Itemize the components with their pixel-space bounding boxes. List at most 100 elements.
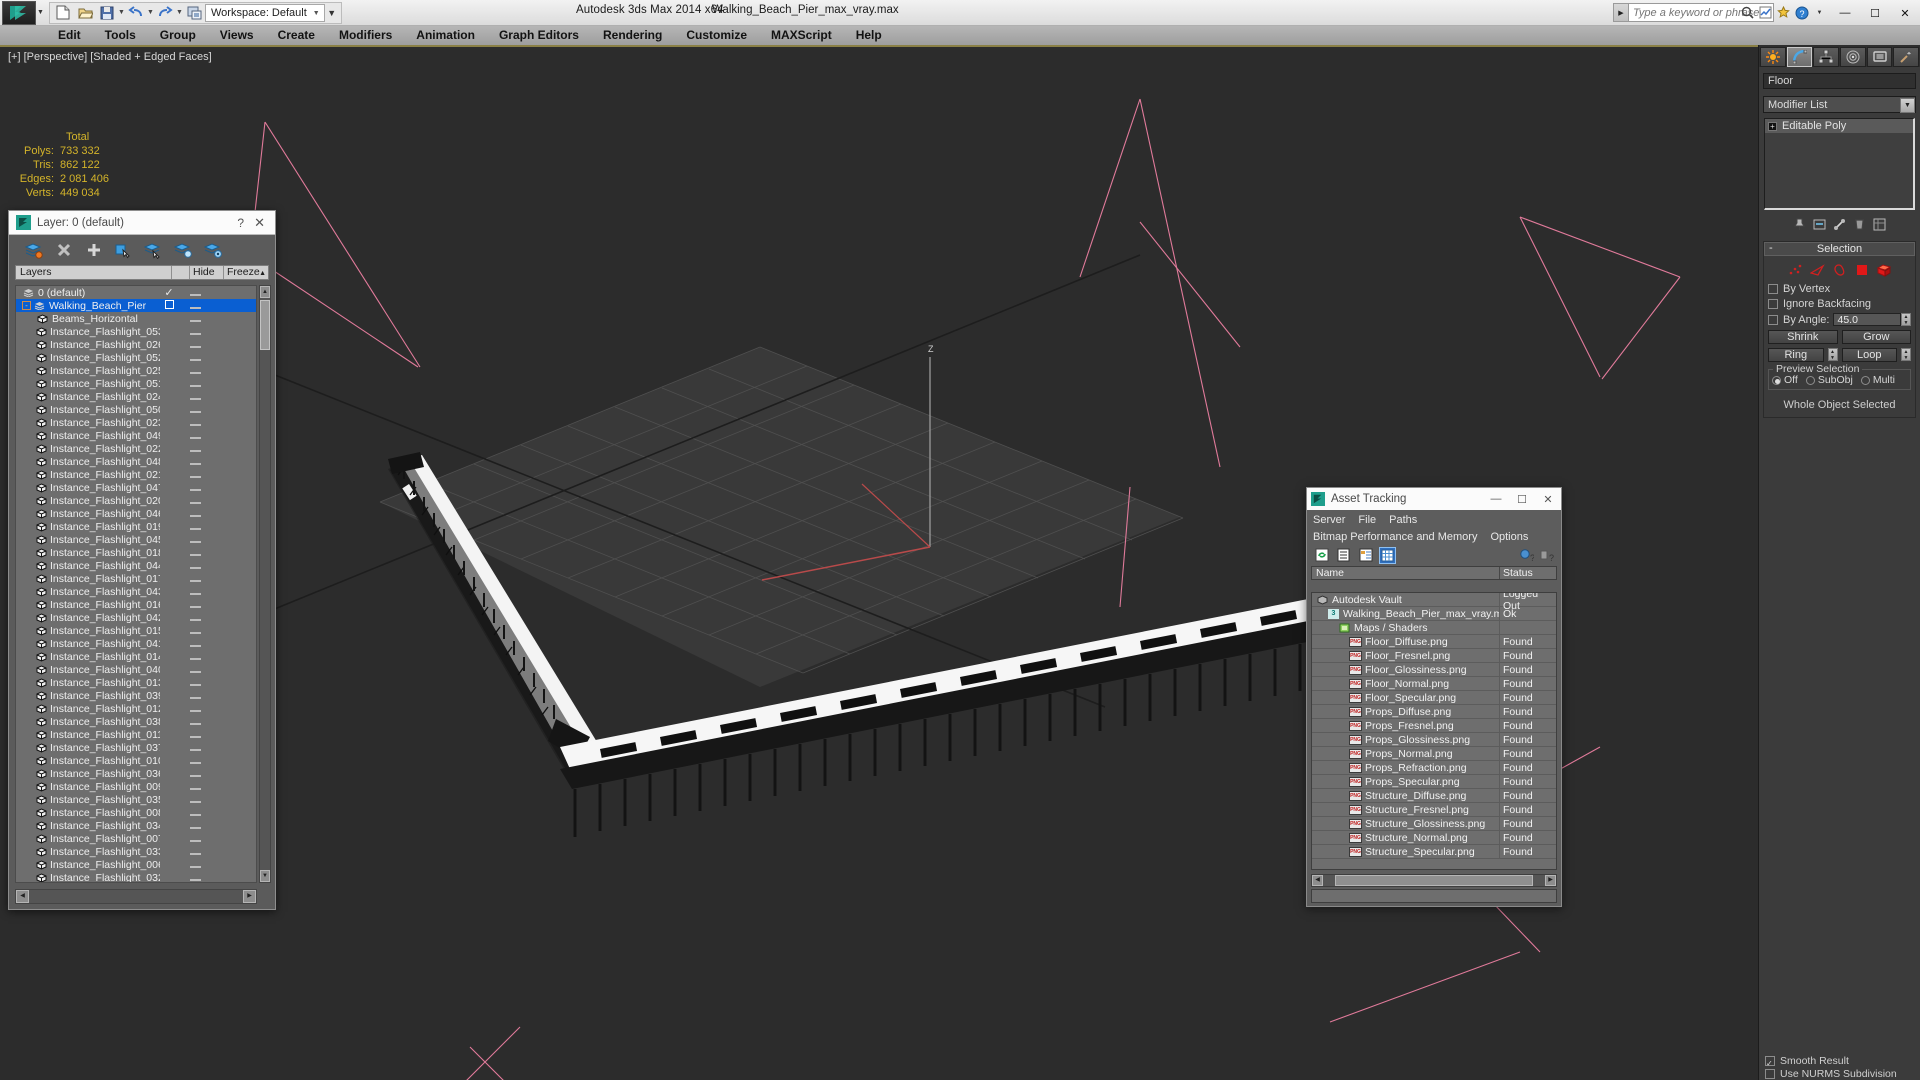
layer-explorer-dialog[interactable]: Layer: 0 (default) ? ✕ Layers Hide Freez… bbox=[8, 210, 276, 910]
layer-list-vertical-scrollbar[interactable]: ▲ ▼ bbox=[259, 285, 271, 883]
set-current-layer-icon[interactable] bbox=[173, 240, 194, 261]
scroll-up-icon[interactable]: ▲ bbox=[260, 286, 270, 298]
layer-row-name-cell[interactable]: Instance_Flashlight_014 bbox=[16, 651, 160, 663]
layer-row-name-cell[interactable]: Instance_Flashlight_018 bbox=[16, 547, 160, 559]
layer-row-name-cell[interactable]: Instance_Flashlight_007 bbox=[16, 833, 160, 845]
layer-hide-cell[interactable] bbox=[178, 599, 212, 611]
by-angle-row[interactable]: By Angle: 45.0 ▲ ▼ bbox=[1768, 313, 1911, 326]
layer-row-name-cell[interactable]: Instance_Flashlight_006 bbox=[16, 859, 160, 871]
delete-layer-icon[interactable] bbox=[53, 240, 74, 261]
asset-menu-paths[interactable]: Paths bbox=[1389, 514, 1430, 526]
layer-row[interactable]: Instance_Flashlight_024 bbox=[16, 390, 256, 403]
layer-row-name-cell[interactable]: Instance_Flashlight_049 bbox=[16, 430, 160, 442]
by-vertex-row[interactable]: By Vertex bbox=[1768, 283, 1911, 295]
layer-row-name-cell[interactable]: Instance_Flashlight_024 bbox=[16, 391, 160, 403]
asset-row[interactable]: Maps / Shaders bbox=[1312, 620, 1556, 635]
undo-dropdown-caret-icon[interactable]: ▼ bbox=[147, 9, 154, 16]
workspace-caret-icon[interactable]: ▼ bbox=[307, 10, 320, 17]
search-expand-icon[interactable]: ▶ bbox=[1613, 3, 1628, 22]
asset-row[interactable]: PNG Floor_Glossiness.png Found bbox=[1312, 662, 1556, 677]
asset-name-cell[interactable]: PNG Props_Refraction.png bbox=[1312, 760, 1500, 775]
grow-button[interactable]: Grow bbox=[1841, 330, 1911, 344]
layer-hide-cell[interactable] bbox=[178, 508, 212, 520]
layer-hide-cell[interactable] bbox=[178, 534, 212, 546]
preview-option-off[interactable]: Off bbox=[1772, 374, 1798, 386]
layer-row-name-cell[interactable]: Instance_Flashlight_019 bbox=[16, 521, 160, 533]
asset-horizontal-scrollbar[interactable]: ◀ ▶ bbox=[1311, 874, 1557, 887]
layer-hide-cell[interactable] bbox=[178, 495, 212, 507]
layer-hide-cell[interactable] bbox=[178, 365, 212, 377]
make-unique-icon[interactable] bbox=[1832, 217, 1847, 232]
layer-row[interactable]: Instance_Flashlight_043 bbox=[16, 585, 256, 598]
layer-row[interactable]: Instance_Flashlight_039 bbox=[16, 689, 256, 702]
asset-name-cell[interactable]: PNG Props_Specular.png bbox=[1312, 774, 1500, 789]
layer-row[interactable]: Instance_Flashlight_012 bbox=[16, 702, 256, 715]
menu-item-views[interactable]: Views bbox=[208, 26, 266, 45]
undo-icon[interactable] bbox=[125, 3, 147, 23]
layer-row[interactable]: Instance_Flashlight_013 bbox=[16, 676, 256, 689]
layer-row-name-cell[interactable]: Instance_Flashlight_017 bbox=[16, 573, 160, 585]
layer-row-name-cell[interactable]: Instance_Flashlight_025 bbox=[16, 365, 160, 377]
qat-more-icon[interactable]: ▼ bbox=[325, 8, 339, 18]
layer-hide-cell[interactable] bbox=[178, 326, 212, 338]
layer-row[interactable]: Instance_Flashlight_006 bbox=[16, 858, 256, 871]
layer-hide-cell[interactable] bbox=[178, 612, 212, 624]
asset-name-cell[interactable]: PNG Structure_Specular.png bbox=[1312, 844, 1500, 859]
asset-maximize-button[interactable]: ☐ bbox=[1509, 488, 1535, 510]
layer-row[interactable]: Instance_Flashlight_022 bbox=[16, 442, 256, 455]
layer-dialog-titlebar[interactable]: Layer: 0 (default) ? ✕ bbox=[9, 211, 275, 235]
layer-row[interactable]: - Walking_Beach_Pier bbox=[16, 299, 256, 312]
infocenter-icon[interactable] bbox=[1739, 4, 1756, 21]
layer-row[interactable]: Instance_Flashlight_007 bbox=[16, 832, 256, 845]
menu-item-maxscript[interactable]: MAXScript bbox=[759, 26, 844, 45]
layer-row-name-cell[interactable]: Instance_Flashlight_044 bbox=[16, 560, 160, 572]
layer-expander-icon[interactable]: - bbox=[22, 301, 31, 310]
save-file-icon[interactable] bbox=[96, 3, 118, 23]
by-vertex-checkbox[interactable] bbox=[1768, 284, 1778, 294]
create-tab[interactable] bbox=[1760, 47, 1786, 67]
asset-row[interactable]: PNG Props_Diffuse.png Found bbox=[1312, 704, 1556, 719]
layer-row[interactable]: Instance_Flashlight_037 bbox=[16, 741, 256, 754]
asset-row[interactable]: PNG Props_Normal.png Found bbox=[1312, 746, 1556, 761]
detail-view-icon[interactable] bbox=[1357, 547, 1374, 564]
layer-row-name-cell[interactable]: 0 (default) bbox=[16, 287, 160, 299]
layer-hide-cell[interactable] bbox=[178, 742, 212, 754]
utilities-tab[interactable] bbox=[1893, 47, 1920, 67]
layer-row[interactable]: Instance_Flashlight_041 bbox=[16, 637, 256, 650]
object-name-field[interactable]: Floor bbox=[1763, 73, 1916, 89]
asset-row[interactable]: PNG Structure_Normal.png Found bbox=[1312, 830, 1556, 845]
layer-row-name-cell[interactable]: Instance_Flashlight_009 bbox=[16, 781, 160, 793]
layer-row-name-cell[interactable]: Instance_Flashlight_011 bbox=[16, 729, 160, 741]
layer-hide-cell[interactable] bbox=[178, 560, 212, 572]
layer-hide-cell[interactable] bbox=[178, 768, 212, 780]
asset-name-cell[interactable]: PNG Props_Fresnel.png bbox=[1312, 718, 1500, 733]
command-panel-bottom-row[interactable]: Use NURMS Subdivision bbox=[1759, 1067, 1920, 1080]
layer-hide-cell[interactable] bbox=[178, 313, 212, 325]
layer-row-name-cell[interactable]: Instance_Flashlight_051 bbox=[16, 378, 160, 390]
menu-item-rendering[interactable]: Rendering bbox=[591, 26, 674, 45]
layer-hide-cell[interactable] bbox=[178, 352, 212, 364]
layer-row-name-cell[interactable]: Instance_Flashlight_023 bbox=[16, 417, 160, 429]
layer-row-name-cell[interactable]: Instance_Flashlight_026 bbox=[16, 339, 160, 351]
layer-row-name-cell[interactable]: Instance_Flashlight_040 bbox=[16, 664, 160, 676]
motion-tab[interactable] bbox=[1840, 47, 1866, 67]
close-button[interactable]: ✕ bbox=[1890, 0, 1920, 26]
asset-menu-bitmap-performance-and-memory[interactable]: Bitmap Performance and Memory bbox=[1313, 531, 1490, 543]
layer-row-name-cell[interactable]: Instance_Flashlight_021 bbox=[16, 469, 160, 481]
scroll-right-icon[interactable]: ▶ bbox=[243, 890, 256, 903]
layer-row-name-cell[interactable]: Instance_Flashlight_046 bbox=[16, 508, 160, 520]
layer-row-name-cell[interactable]: Instance_Flashlight_013 bbox=[16, 677, 160, 689]
asset-row[interactable]: PNG Structure_Diffuse.png Found bbox=[1312, 788, 1556, 803]
layer-row-name-cell[interactable]: Instance_Flashlight_038 bbox=[16, 716, 160, 728]
layer-hide-cell[interactable] bbox=[178, 807, 212, 819]
layer-row[interactable]: Instance_Flashlight_023 bbox=[16, 416, 256, 429]
layer-row-name-cell[interactable]: Instance_Flashlight_048 bbox=[16, 456, 160, 468]
bottom-checkbox[interactable] bbox=[1765, 1068, 1775, 1079]
workspace-selector[interactable]: Workspace: Default ▼ bbox=[205, 3, 325, 22]
vertex-subobject-icon[interactable] bbox=[1788, 263, 1803, 277]
show-end-result-icon[interactable] bbox=[1812, 217, 1827, 232]
layer-row[interactable]: Instance_Flashlight_032 bbox=[16, 871, 256, 882]
layer-hide-cell[interactable] bbox=[178, 677, 212, 689]
layer-properties-icon[interactable] bbox=[203, 240, 224, 261]
layer-row-name-cell[interactable]: Instance_Flashlight_053 bbox=[16, 326, 160, 338]
